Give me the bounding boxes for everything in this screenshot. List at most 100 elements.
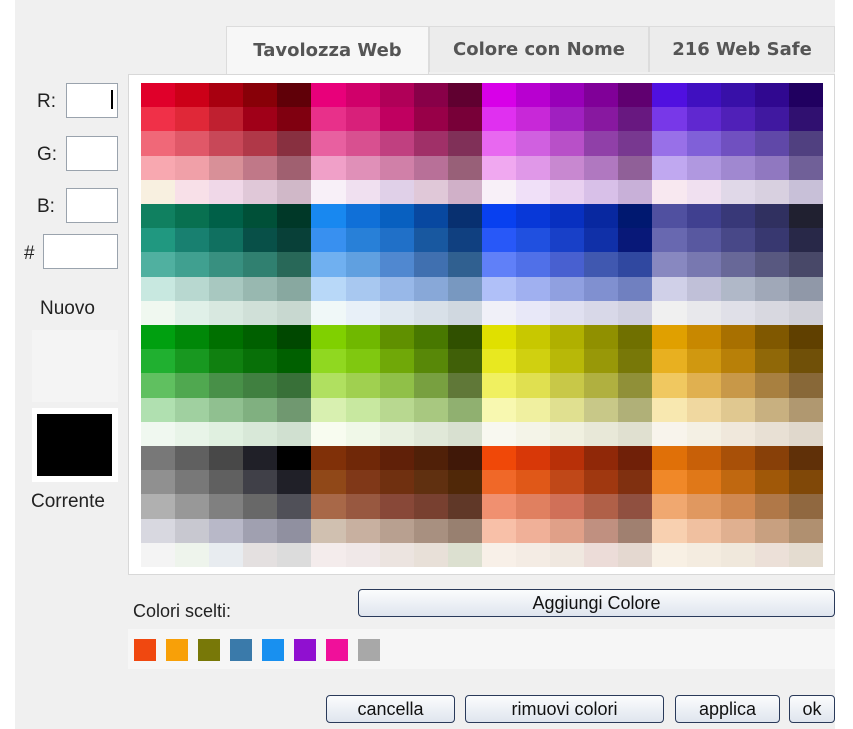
palette-color-cell[interactable]	[345, 204, 380, 229]
palette-color-cell[interactable]	[277, 179, 312, 204]
palette-color-cell[interactable]	[550, 325, 585, 350]
palette-color-cell[interactable]	[584, 494, 619, 519]
palette-color-cell[interactable]	[618, 155, 653, 180]
palette-color-cell[interactable]	[311, 276, 346, 301]
palette-color-cell[interactable]	[788, 83, 823, 108]
palette-color-cell[interactable]	[277, 276, 312, 301]
palette-color-cell[interactable]	[516, 228, 551, 253]
palette-color-cell[interactable]	[311, 518, 346, 543]
palette-color-cell[interactable]	[175, 446, 210, 471]
palette-color-cell[interactable]	[618, 131, 653, 156]
palette-color-cell[interactable]	[754, 446, 789, 471]
palette-color-cell[interactable]	[345, 397, 380, 422]
palette-color-cell[interactable]	[550, 397, 585, 422]
palette-color-cell[interactable]	[481, 252, 517, 277]
palette-color-cell[interactable]	[175, 83, 210, 108]
palette-color-cell[interactable]	[345, 373, 380, 398]
palette-color-cell[interactable]	[345, 349, 380, 374]
palette-color-cell[interactable]	[243, 542, 278, 567]
palette-color-cell[interactable]	[209, 542, 244, 567]
palette-color-cell[interactable]	[550, 155, 585, 180]
palette-color-cell[interactable]	[447, 397, 482, 422]
palette-color-cell[interactable]	[413, 179, 448, 204]
palette-color-cell[interactable]	[379, 397, 414, 422]
palette-color-cell[interactable]	[209, 470, 244, 495]
palette-color-cell[interactable]	[686, 397, 721, 422]
palette-color-cell[interactable]	[209, 494, 244, 519]
palette-color-cell[interactable]	[652, 228, 687, 253]
palette-color-cell[interactable]	[652, 470, 687, 495]
palette-color-cell[interactable]	[413, 373, 448, 398]
palette-color-cell[interactable]	[550, 421, 585, 446]
palette-color-cell[interactable]	[618, 83, 653, 108]
palette-color-cell[interactable]	[141, 228, 176, 253]
palette-color-cell[interactable]	[584, 83, 619, 108]
palette-color-cell[interactable]	[550, 542, 585, 567]
palette-color-cell[interactable]	[652, 518, 687, 543]
palette-color-cell[interactable]	[584, 373, 619, 398]
chosen-color-swatch[interactable]	[230, 639, 252, 661]
palette-color-cell[interactable]	[243, 276, 278, 301]
palette-color-cell[interactable]	[209, 155, 244, 180]
palette-color-cell[interactable]	[175, 276, 210, 301]
palette-color-cell[interactable]	[379, 155, 414, 180]
palette-color-cell[interactable]	[584, 518, 619, 543]
palette-color-cell[interactable]	[209, 518, 244, 543]
palette-color-cell[interactable]	[584, 179, 619, 204]
palette-color-cell[interactable]	[720, 179, 755, 204]
palette-color-cell[interactable]	[686, 349, 721, 374]
palette-color-cell[interactable]	[686, 83, 721, 108]
palette-color-cell[interactable]	[720, 155, 755, 180]
palette-color-cell[interactable]	[277, 446, 312, 471]
palette-color-cell[interactable]	[788, 518, 823, 543]
palette-color-cell[interactable]	[311, 179, 346, 204]
palette-color-cell[interactable]	[311, 421, 346, 446]
palette-color-cell[interactable]	[243, 446, 278, 471]
tab-216-web-safe[interactable]: 216 Web Safe	[649, 26, 835, 72]
palette-color-cell[interactable]	[413, 228, 448, 253]
palette-color-cell[interactable]	[516, 325, 551, 350]
palette-color-cell[interactable]	[686, 470, 721, 495]
palette-color-cell[interactable]	[584, 155, 619, 180]
palette-color-cell[interactable]	[277, 397, 312, 422]
palette-color-cell[interactable]	[243, 204, 278, 229]
palette-color-cell[interactable]	[277, 494, 312, 519]
hex-input[interactable]	[43, 234, 118, 269]
palette-color-cell[interactable]	[379, 252, 414, 277]
palette-color-cell[interactable]	[379, 421, 414, 446]
chosen-color-swatch[interactable]	[166, 639, 188, 661]
palette-color-cell[interactable]	[516, 107, 551, 132]
palette-color-cell[interactable]	[311, 83, 346, 108]
palette-color-cell[interactable]	[550, 179, 585, 204]
palette-color-cell[interactable]	[618, 446, 653, 471]
palette-color-cell[interactable]	[550, 131, 585, 156]
palette-color-cell[interactable]	[720, 421, 755, 446]
palette-color-cell[interactable]	[618, 397, 653, 422]
palette-color-cell[interactable]	[447, 83, 482, 108]
palette-color-cell[interactable]	[686, 518, 721, 543]
palette-color-cell[interactable]	[720, 300, 755, 325]
palette-color-cell[interactable]	[345, 155, 380, 180]
palette-color-cell[interactable]	[618, 373, 653, 398]
palette-color-cell[interactable]	[481, 204, 517, 229]
palette-color-cell[interactable]	[516, 131, 551, 156]
palette-color-cell[interactable]	[754, 494, 789, 519]
palette-color-cell[interactable]	[516, 179, 551, 204]
palette-color-cell[interactable]	[720, 107, 755, 132]
palette-color-cell[interactable]	[584, 397, 619, 422]
palette-color-cell[interactable]	[720, 470, 755, 495]
palette-color-cell[interactable]	[413, 325, 448, 350]
palette-color-cell[interactable]	[345, 325, 380, 350]
palette-color-cell[interactable]	[413, 204, 448, 229]
palette-color-cell[interactable]	[754, 204, 789, 229]
palette-color-cell[interactable]	[413, 155, 448, 180]
palette-color-cell[interactable]	[175, 325, 210, 350]
palette-color-cell[interactable]	[277, 228, 312, 253]
palette-color-cell[interactable]	[141, 421, 176, 446]
palette-color-cell[interactable]	[345, 107, 380, 132]
palette-color-cell[interactable]	[447, 373, 482, 398]
palette-color-cell[interactable]	[175, 349, 210, 374]
palette-color-cell[interactable]	[481, 300, 517, 325]
palette-color-cell[interactable]	[311, 300, 346, 325]
palette-color-cell[interactable]	[618, 107, 653, 132]
